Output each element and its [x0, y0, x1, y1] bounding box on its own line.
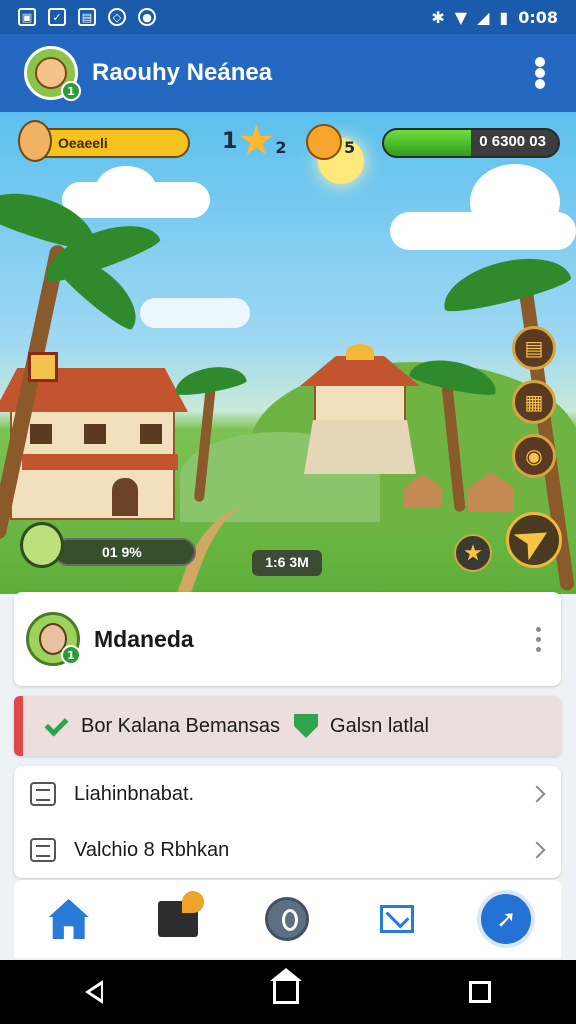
back-icon[interactable]	[85, 980, 103, 1004]
profile-card[interactable]: 1 Mdaneda	[14, 592, 561, 686]
game-scene[interactable]: Oeaeeli 1 2 5 0 6300 03 ▤ ▦ ◉ 01 9% 1:6 …	[0, 112, 576, 594]
list-item[interactable]: Liahinbnabat.	[14, 766, 561, 822]
cloud	[140, 298, 250, 328]
coin-counter: 5	[306, 124, 355, 160]
attack-button[interactable]	[506, 512, 562, 568]
list-item-label: Valchio 8 Rbhkan	[74, 838, 230, 861]
chevron-right-icon	[528, 785, 546, 803]
status-right-icons: ✱ ▼ ◢ ▮ 0:08	[431, 8, 558, 27]
task-text-primary: Bor Kalana Bemansas	[81, 714, 281, 737]
cloud	[470, 164, 560, 240]
menu-list: Liahinbnabat. Valchio 8 Rbhkan	[14, 766, 561, 878]
list-item[interactable]: Valchio 8 Rbhkan	[14, 822, 561, 878]
player-value: 01 9%	[54, 538, 196, 566]
star-count-left: 1	[222, 128, 238, 154]
hero-avatar-icon	[18, 120, 52, 162]
tab-inventory[interactable]	[148, 889, 208, 949]
profile-level-badge: 1	[61, 645, 81, 665]
signal-icon: ◢	[477, 7, 490, 27]
status-bar: ▣ ✓ ▤ ◇ ● ✱ ▼ ◢ ▮ 0:08	[0, 0, 576, 34]
skill-button[interactable]	[454, 534, 492, 572]
battery-icon: ▮	[499, 7, 509, 27]
user-avatar[interactable]: 1	[24, 46, 81, 101]
task-banner[interactable]: Bor Kalana Bemansas Galsn latlal	[14, 696, 561, 756]
task-text-secondary: Galsn latlal	[330, 714, 429, 737]
list-icon	[30, 838, 56, 862]
palm-leaf	[437, 246, 573, 318]
star-counter: 1 2	[222, 124, 286, 158]
burst-icon	[464, 544, 482, 561]
map-marker-icon[interactable]	[28, 352, 58, 382]
recents-icon[interactable]	[469, 981, 491, 1003]
tab-home[interactable]	[39, 889, 99, 949]
camera-button[interactable]: ◉	[512, 434, 556, 478]
inventory-icon	[158, 891, 205, 937]
status-time: 0:08	[518, 7, 558, 27]
list-item-label: Liahinbnabat.	[74, 782, 195, 805]
shield-check-icon	[294, 714, 319, 738]
sync-icon: ●	[138, 8, 156, 26]
temple	[300, 344, 420, 474]
health-fill	[384, 130, 471, 156]
home-nav-icon[interactable]	[270, 968, 302, 1004]
time-chip: 1:6 3M	[252, 550, 322, 576]
home-icon	[48, 899, 89, 939]
gold-bar-label: Oeaeeli	[58, 135, 108, 151]
bluetooth-icon: ✱	[431, 7, 445, 27]
quest-scroll-button[interactable]: ▤	[512, 326, 556, 370]
system-nav-bar	[0, 960, 576, 1024]
status-left-icons: ▣ ✓ ▤ ◇ ●	[18, 8, 156, 26]
share-icon: ➚	[477, 890, 536, 948]
list-icon	[30, 782, 56, 806]
notification-icon: ◇	[108, 8, 126, 26]
bottom-tab-bar: ➚	[14, 880, 561, 958]
arrow-icon	[514, 520, 555, 561]
cloud	[96, 166, 156, 210]
star-count-right: 2	[275, 137, 287, 157]
check-icon: ✓	[48, 8, 66, 26]
tab-share[interactable]: ➚	[476, 889, 536, 949]
gallery-icon: ▣	[18, 8, 36, 26]
profile-name: Mdaneda	[94, 625, 194, 652]
profile-avatar: 1	[26, 612, 81, 666]
app-bar: 1 Raouhy Neánea	[0, 34, 576, 112]
chevron-right-icon	[528, 841, 546, 859]
tab-explore[interactable]	[257, 889, 317, 949]
more-options-icon[interactable]	[534, 57, 546, 89]
app-title: Raouhy Neánea	[92, 59, 273, 86]
coin-count: 5	[344, 137, 356, 157]
window-icon: ▤	[78, 8, 96, 26]
avatar-level-badge: 1	[61, 81, 81, 101]
health-bar: 0 6300 03	[382, 128, 560, 158]
building-button[interactable]: ▦	[512, 380, 556, 424]
player-avatar-icon	[20, 522, 64, 568]
coin-icon	[306, 124, 342, 160]
profile-more-icon[interactable]	[536, 626, 541, 652]
tab-mail[interactable]	[367, 889, 427, 949]
mail-icon	[379, 905, 414, 933]
star-icon	[239, 124, 273, 155]
wifi-icon: ▼	[454, 7, 468, 27]
compass-icon	[265, 897, 310, 941]
player-card[interactable]: 01 9%	[20, 522, 196, 568]
check-icon	[43, 713, 69, 739]
health-value: 0 6300 03	[479, 133, 546, 150]
